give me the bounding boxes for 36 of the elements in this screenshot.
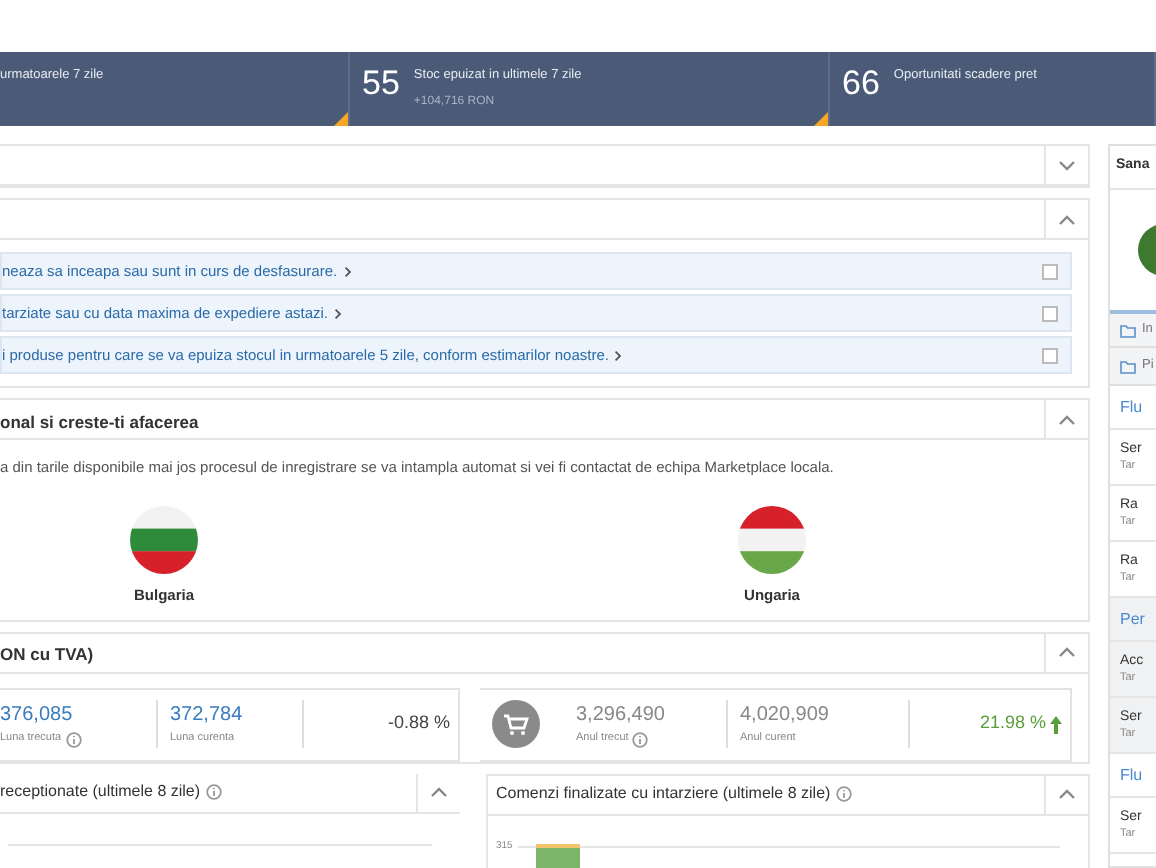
chevron-up-icon[interactable] xyxy=(430,786,448,798)
section-heading: Per xyxy=(1120,607,1145,631)
chart-title: Comenzi finalizate cu intarziere (ultimele 8 zile) xyxy=(496,782,831,806)
panel-title: onal si creste-ti afacerea xyxy=(0,411,199,431)
stat-number: 55 xyxy=(362,64,400,104)
stat-number: 66 xyxy=(842,64,880,104)
info-icon xyxy=(836,786,853,802)
panel-title: ON cu TVA) xyxy=(0,644,94,664)
chevron-up-icon[interactable] xyxy=(1058,413,1076,425)
chevron-right-icon xyxy=(343,265,352,277)
folder-icon xyxy=(1120,359,1136,373)
chevron-right-icon xyxy=(614,349,623,361)
info-icon xyxy=(206,784,223,800)
info-icon xyxy=(65,731,82,747)
checkbox[interactable] xyxy=(1042,347,1058,363)
chevron-up-icon[interactable] xyxy=(1058,788,1076,800)
checkbox[interactable] xyxy=(1042,263,1058,279)
flag-icon[interactable] xyxy=(130,506,198,575)
checkbox[interactable] xyxy=(1042,305,1058,321)
change-value: 21.98 % xyxy=(979,710,1046,737)
chevron-down-icon[interactable] xyxy=(1058,159,1076,171)
folder-icon xyxy=(1120,323,1136,337)
info-icon xyxy=(632,731,649,747)
arrow-up-icon xyxy=(1050,715,1062,733)
section-heading: Flu xyxy=(1120,395,1143,419)
section-heading: Flu xyxy=(1120,763,1143,787)
previous-value: 3,296,490 xyxy=(576,702,667,731)
flag-icon[interactable] xyxy=(738,506,806,575)
current-value: 372,784 xyxy=(170,702,245,731)
previous-value: 376,085 xyxy=(0,702,75,731)
current-value: 4,020,909 xyxy=(740,702,831,731)
chevron-right-icon xyxy=(334,307,343,319)
chevron-up-icon[interactable] xyxy=(1058,213,1076,225)
chart-title: receptionate (ultimele 8 zile) xyxy=(0,780,201,804)
chevron-up-icon[interactable] xyxy=(1058,646,1076,658)
change-value: -0.88 % xyxy=(387,710,450,737)
